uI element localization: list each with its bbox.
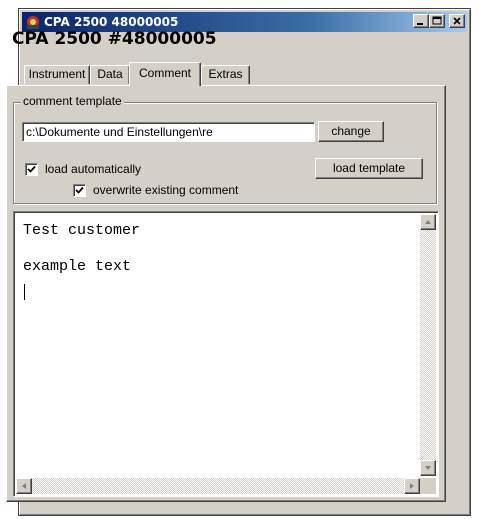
arrow-right-icon [410,483,414,489]
tab-instrument[interactable]: Instrument [24,65,90,84]
overwrite-existing-checkbox[interactable] [73,184,86,197]
arrow-up-icon [425,220,431,224]
comment-text[interactable]: Test customer example text [23,222,140,276]
app-icon [27,16,39,29]
checkmark-icon [27,165,36,173]
load-automatically-label: load automatically [45,162,142,176]
tab-data[interactable]: Data [90,65,130,84]
load-template-button[interactable]: load template [315,158,423,179]
minimize-button[interactable] [413,14,429,28]
load-automatically-checkbox[interactable] [25,163,38,176]
overwrite-existing-label: overwrite existing comment [93,183,239,197]
scroll-corner [420,478,436,494]
close-icon [453,17,461,25]
scroll-right-button[interactable] [404,478,420,494]
maximize-icon [432,16,442,25]
comment-template-label: comment template [21,94,124,108]
comment-editor[interactable]: Test customer example text [13,211,439,497]
close-button[interactable] [449,14,465,28]
scroll-up-button[interactable] [420,214,436,230]
window-title: CPA 2500 48000005 [44,15,179,29]
text-caret [24,284,25,300]
change-button[interactable]: change [318,121,384,142]
tab-extras[interactable]: Extras [201,65,250,84]
template-path-field[interactable]: c:\Dokumente und Einstellungen\re [22,122,315,142]
arrow-left-icon [22,483,26,489]
minimize-icon [417,23,423,25]
tab-comment[interactable]: Comment [129,62,201,86]
arrow-down-icon [425,466,431,470]
scroll-left-button[interactable] [16,478,32,494]
maximize-button[interactable] [429,14,445,28]
scroll-down-button[interactable] [420,460,436,476]
checkmark-icon [75,186,84,194]
horizontal-scrollbar[interactable] [16,478,420,494]
page-title: CPA 2500 #48000005 [12,29,217,49]
vertical-scrollbar[interactable] [420,214,436,476]
